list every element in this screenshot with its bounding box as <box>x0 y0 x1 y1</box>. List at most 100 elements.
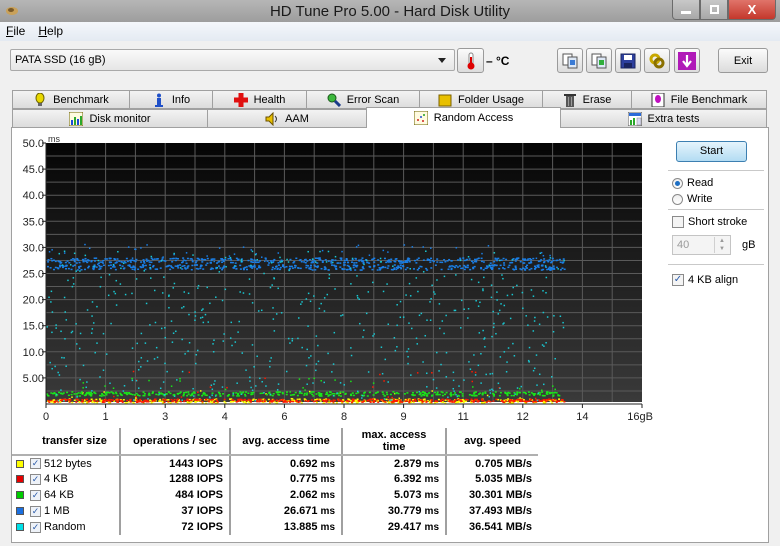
data-point-random <box>75 323 77 325</box>
data-point-random <box>289 342 291 344</box>
data-point-1-mb <box>202 268 205 270</box>
data-point-64-kb <box>303 394 306 396</box>
data-point-512-bytes <box>73 399 76 401</box>
data-point-4-kb <box>337 400 340 402</box>
update-button[interactable] <box>674 48 700 73</box>
data-point-64-kb <box>320 395 323 397</box>
short-stroke-checkbox[interactable]: Short stroke <box>672 216 747 228</box>
short-stroke-spinner[interactable]: 40 ▲ ▼ <box>672 235 731 255</box>
data-point-random <box>343 384 346 386</box>
data-point-random <box>499 387 501 390</box>
data-point-random <box>163 394 166 396</box>
data-point-1-mb <box>369 266 372 268</box>
data-point-64-kb <box>179 391 182 393</box>
data-point-512-bytes <box>186 401 189 403</box>
spinner-arrows-icon[interactable]: ▲ ▼ <box>714 237 729 253</box>
series-checkbox[interactable]: ✓ <box>30 458 41 470</box>
minimize-button[interactable] <box>672 0 700 20</box>
data-point-random <box>417 290 419 293</box>
data-point-random <box>537 392 540 395</box>
data-point-random <box>194 311 196 313</box>
data-point-random <box>431 284 433 287</box>
data-point-1-mb <box>534 266 537 269</box>
data-point-1-mb <box>321 249 324 252</box>
data-point-64-kb <box>350 380 352 383</box>
data-point-1-mb <box>186 257 189 260</box>
tab-random-access[interactable]: Random Access <box>366 107 561 128</box>
data-point-1-mb <box>163 259 166 262</box>
restore-button[interactable] <box>700 0 728 20</box>
series-checkbox[interactable]: ✓ <box>30 521 41 533</box>
data-point-1-mb <box>516 258 519 260</box>
x-tick-label: 3 <box>162 411 168 423</box>
data-point-random <box>545 276 548 279</box>
data-point-1-mb <box>359 269 362 271</box>
data-point-4-kb <box>61 399 64 402</box>
data-point-512-bytes <box>200 390 202 392</box>
data-point-1-mb <box>318 258 321 260</box>
data-point-random <box>248 278 251 280</box>
data-point-4-kb <box>263 399 266 401</box>
data-point-1-mb <box>320 268 323 270</box>
data-point-random <box>93 265 95 268</box>
y-tick-label: 30.0 <box>23 242 44 254</box>
data-point-1-mb <box>541 264 544 266</box>
read-radio[interactable]: Read <box>672 177 713 189</box>
data-point-random <box>534 316 536 319</box>
align-checkbox[interactable]: ✓ 4 KB align <box>672 274 738 286</box>
data-point-64-kb <box>528 394 531 396</box>
data-point-64-kb <box>363 392 366 394</box>
data-point-1-mb <box>417 257 420 259</box>
data-point-random <box>212 351 215 353</box>
data-point-4-kb <box>454 399 457 401</box>
data-point-4-kb <box>112 399 115 401</box>
data-point-random <box>182 305 185 308</box>
data-point-64-kb <box>236 393 239 396</box>
x-tick-label: 12 <box>517 411 529 423</box>
data-point-1-mb <box>362 267 365 270</box>
data-point-random <box>452 379 455 382</box>
data-point-4-kb <box>396 399 399 401</box>
data-point-1-mb <box>99 261 102 263</box>
series-checkbox[interactable]: ✓ <box>30 505 41 517</box>
data-point-random <box>199 317 202 319</box>
data-point-random <box>349 267 352 270</box>
start-button[interactable]: Start <box>676 141 747 162</box>
x-axis: 0 1 3 4 6 8 9 11 12 14 16gB <box>43 403 653 423</box>
data-point-64-kb <box>403 393 406 395</box>
data-point-1-mb <box>386 267 389 269</box>
data-point-4-kb <box>510 399 513 401</box>
data-point-random <box>425 250 427 252</box>
exit-button[interactable]: Exit <box>718 48 768 73</box>
data-point-512-bytes <box>93 401 96 404</box>
data-point-4-kb <box>352 398 355 400</box>
data-point-1-mb <box>550 261 553 264</box>
data-point-1-mb <box>148 264 151 266</box>
data-point-random <box>528 346 531 349</box>
data-point-4-kb <box>153 400 156 402</box>
ops-cell: 1288 IOPS <box>120 471 231 487</box>
data-point-4-kb <box>487 400 490 402</box>
data-point-random <box>314 261 317 263</box>
series-checkbox[interactable]: ✓ <box>30 473 41 485</box>
data-point-random <box>438 303 441 305</box>
data-point-64-kb <box>392 391 395 393</box>
data-point-random <box>272 318 275 320</box>
data-point-64-kb <box>244 395 247 397</box>
close-button[interactable]: X <box>728 0 776 20</box>
data-point-random <box>131 292 133 295</box>
data-point-random <box>553 315 555 317</box>
write-radio[interactable]: Write <box>672 193 712 205</box>
data-point-4-kb <box>538 400 541 402</box>
time-unit: ms <box>424 490 439 501</box>
data-point-64-kb <box>452 393 455 396</box>
data-point-random <box>317 360 320 363</box>
data-point-random <box>64 311 66 313</box>
data-point-1-mb <box>413 259 416 262</box>
series-checkbox[interactable]: ✓ <box>30 489 41 501</box>
data-point-random <box>164 326 166 329</box>
data-point-random <box>363 329 365 332</box>
separator <box>668 209 764 210</box>
data-point-random <box>306 383 308 385</box>
data-point-64-kb <box>93 391 96 394</box>
